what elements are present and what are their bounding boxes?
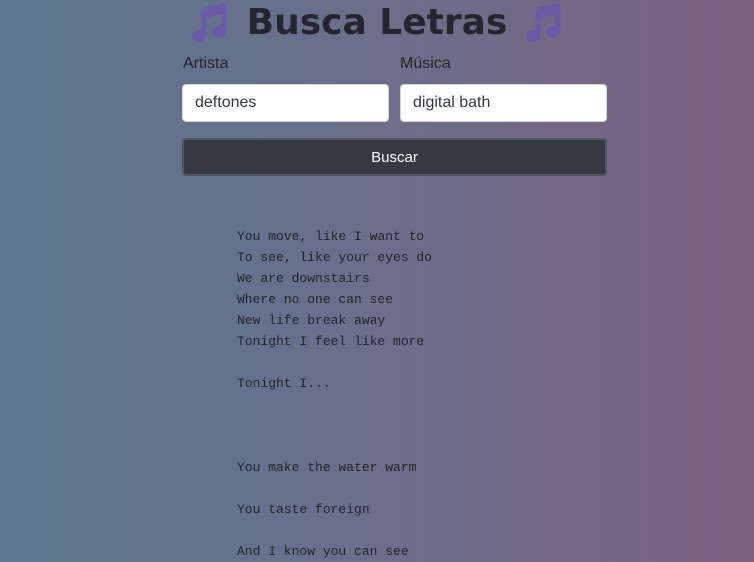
music-note-icon [526, 3, 561, 42]
search-button[interactable]: Buscar [182, 138, 607, 176]
music-note-icon [191, 3, 227, 42]
page-title: Busca Letras [246, 2, 508, 43]
header: Busca Letras [0, 0, 754, 46]
song-label: Música [400, 55, 451, 72]
lyrics-text: You move, like I want to To see, like yo… [237, 229, 433, 559]
song-input[interactable] [400, 84, 607, 122]
artist-input[interactable] [182, 84, 389, 122]
artist-label: Artista [183, 55, 229, 72]
